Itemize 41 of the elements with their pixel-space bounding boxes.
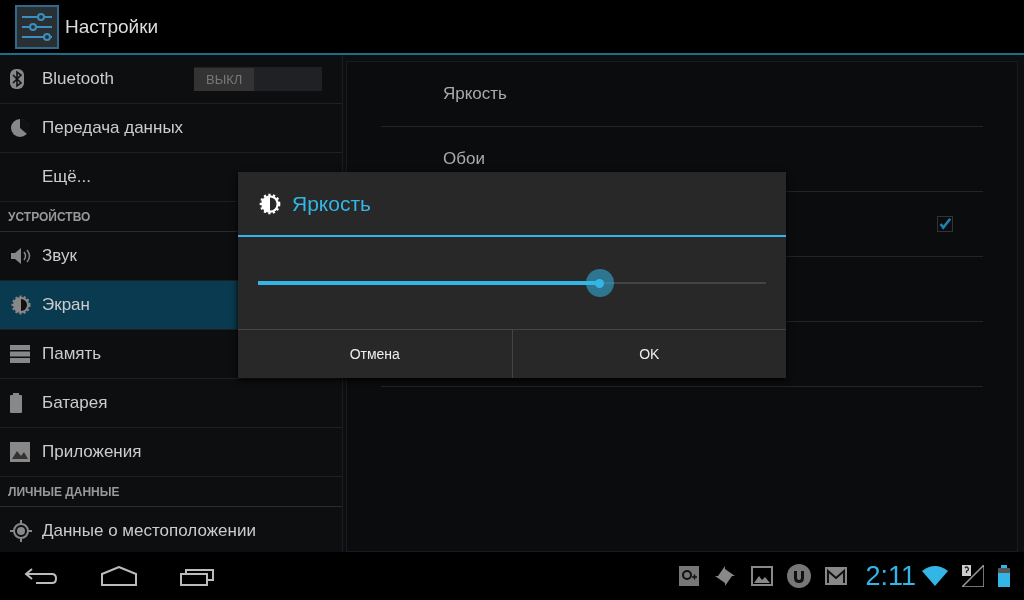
brightness-icon [10,294,32,316]
dialog-button[interactable]: OK [511,330,786,378]
pie-chart-icon [10,118,30,138]
picture-icon[interactable] [751,566,774,586]
app-title: Настройки [65,15,159,38]
item-label: Память [42,344,102,364]
signal-icon [962,565,984,587]
location-icon [10,520,32,542]
item-label: Передача данных [42,118,184,138]
sidebar-item[interactable]: Батарея [0,379,342,428]
home-icon[interactable] [100,566,138,586]
checkbox[interactable] [937,216,953,232]
clock[interactable]: 2:11 [865,560,916,592]
slider-thumb[interactable] [585,269,614,297]
circle-logo-icon[interactable] [787,564,812,588]
dialog-button[interactable]: Отмена [238,330,512,378]
sidebar-item[interactable]: Приложения [0,428,342,477]
item-label: Bluetooth [42,69,114,89]
recent-apps-icon[interactable] [180,566,216,586]
battery-icon [10,393,22,413]
battery-icon [998,565,1010,587]
item-label: Данные о местоположении [42,521,256,541]
item-label: Приложения [42,442,142,462]
picture-icon [10,442,30,462]
item-label: Батарея [42,393,108,413]
setting-label[interactable]: Яркость [443,84,507,104]
sidebar-item[interactable]: Передача данных [0,104,342,153]
item-label: Звук [42,246,77,266]
brightness-icon [258,191,282,216]
back-icon[interactable] [24,567,58,585]
bluetooth-icon [10,69,24,89]
app-notification-icon[interactable] [679,566,700,586]
settings-sliders-icon[interactable] [15,4,59,49]
setting-label[interactable]: Обои [443,149,485,169]
mail-icon[interactable] [825,567,848,585]
item-label: Ещё... [42,167,91,187]
section-header: ЛИЧНЫЕ ДАННЫЕ [0,477,342,507]
item-label: Экран [42,295,90,315]
wifi-icon [922,566,948,586]
storage-icon [10,345,30,363]
sidebar-item[interactable]: Bluetooth ВЫКЛ [0,55,342,104]
